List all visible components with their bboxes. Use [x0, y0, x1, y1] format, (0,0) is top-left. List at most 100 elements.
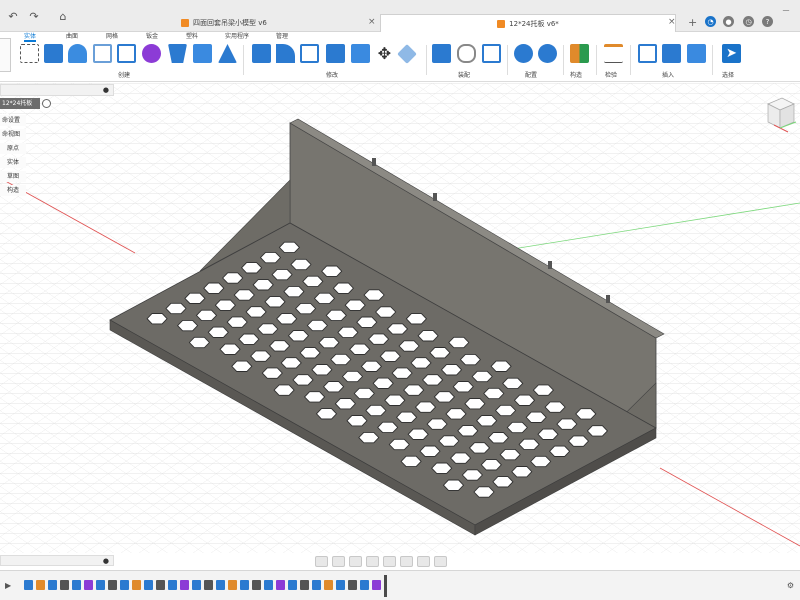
pin-icon[interactable]: ●: [103, 557, 109, 565]
browser-header[interactable]: ●: [0, 84, 114, 96]
timeline-feature-icon[interactable]: [216, 580, 225, 590]
timeline-feature-icon[interactable]: [120, 580, 129, 590]
tab-surface[interactable]: 曲面: [66, 32, 78, 42]
timeline-feature-icon[interactable]: [252, 580, 261, 590]
timeline-feature-icon[interactable]: [192, 580, 201, 590]
measure-icon[interactable]: [604, 44, 623, 63]
notifications-icon[interactable]: ◷: [743, 16, 754, 27]
group-modify[interactable]: 修改: [326, 70, 338, 79]
configure-table-icon[interactable]: [538, 44, 557, 63]
tab-utilities[interactable]: 实用程序: [225, 32, 249, 42]
timeline-feature-icon[interactable]: [36, 580, 45, 590]
insert-canvas-icon[interactable]: [687, 44, 706, 63]
timeline-feature-icon[interactable]: [132, 580, 141, 590]
pan-icon[interactable]: [349, 555, 362, 567]
sketch-icon[interactable]: [20, 44, 39, 63]
timeline-feature-icon[interactable]: [96, 580, 105, 590]
look-at-icon[interactable]: [332, 555, 345, 567]
form-icon[interactable]: [142, 44, 161, 63]
tab-manage[interactable]: 管理: [276, 32, 288, 42]
split-body-icon[interactable]: [351, 44, 370, 63]
timeline-feature-icon[interactable]: [240, 580, 249, 590]
tab-solid[interactable]: 实体: [24, 32, 37, 42]
offset-plane-icon[interactable]: [570, 44, 589, 63]
group-create[interactable]: 创建: [118, 70, 130, 79]
viewcube[interactable]: [758, 92, 798, 140]
joint-icon[interactable]: [457, 44, 476, 63]
timeline-feature-icon[interactable]: [168, 580, 177, 590]
extrude-icon[interactable]: [44, 44, 63, 63]
comments-panel[interactable]: ●: [0, 555, 114, 566]
timeline-feature-icon[interactable]: [108, 580, 117, 590]
appearance-icon[interactable]: [397, 44, 417, 64]
configure-icon[interactable]: [514, 44, 533, 63]
timeline-feature-icon[interactable]: [264, 580, 273, 590]
timeline-feature-icon[interactable]: [276, 580, 285, 590]
account-icon[interactable]: ●: [723, 16, 734, 27]
tab-document-1[interactable]: 四面回套吊梁小模型 v6: [175, 14, 365, 32]
group-insert[interactable]: 插入: [662, 70, 674, 79]
timeline-feature-icon[interactable]: [144, 580, 153, 590]
insert-mesh-icon[interactable]: [662, 44, 681, 63]
grid-settings-icon[interactable]: [417, 555, 430, 567]
group-construct[interactable]: 构造: [570, 70, 582, 79]
timeline-feature-icon[interactable]: [48, 580, 57, 590]
undo-icon[interactable]: ↶: [6, 8, 20, 24]
rib-icon[interactable]: [218, 44, 237, 63]
display-settings-icon[interactable]: [400, 555, 413, 567]
timeline-feature-icon[interactable]: [84, 580, 93, 590]
move-icon[interactable]: ✥: [375, 44, 394, 63]
browser-item-sketches[interactable]: 草图: [0, 171, 26, 182]
group-assemble[interactable]: 装配: [458, 70, 470, 79]
clock-icon[interactable]: ◔: [705, 16, 716, 27]
timeline-feature-icon[interactable]: [312, 580, 321, 590]
loft-icon[interactable]: [168, 44, 187, 63]
tab-document-2[interactable]: 12*24托板 v6*: [380, 14, 676, 32]
timeline-feature-icon[interactable]: [72, 580, 81, 590]
tab-plastic[interactable]: 塑料: [186, 32, 198, 42]
browser-item-bodies[interactable]: 实体: [0, 157, 26, 168]
minimize-icon[interactable]: —: [780, 2, 792, 18]
help-icon[interactable]: ?: [762, 16, 773, 27]
timeline-feature-icon[interactable]: [60, 580, 69, 590]
tab-mesh[interactable]: 网格: [106, 32, 118, 42]
timeline-feature-icon[interactable]: [156, 580, 165, 590]
shell-icon[interactable]: [193, 44, 212, 63]
browser-item-origin[interactable]: 原点: [0, 143, 26, 154]
zoom-icon[interactable]: [366, 555, 379, 567]
play-icon[interactable]: ▶: [5, 581, 11, 590]
pattern-icon[interactable]: [117, 44, 136, 63]
browser-item-construction[interactable]: 构造: [0, 185, 26, 196]
press-pull-icon[interactable]: [252, 44, 271, 63]
timeline-feature-icon[interactable]: [288, 580, 297, 590]
combine-icon[interactable]: [326, 44, 345, 63]
new-component-icon[interactable]: [432, 44, 451, 63]
timeline-feature-icon[interactable]: [348, 580, 357, 590]
canvas-viewport[interactable]: [0, 83, 800, 553]
revolve-icon[interactable]: [68, 44, 87, 63]
workspace-switcher[interactable]: [0, 38, 11, 72]
home-icon[interactable]: ⌂: [55, 8, 71, 24]
timeline-feature-icon[interactable]: [228, 580, 237, 590]
timeline-feature-icon[interactable]: [336, 580, 345, 590]
group-select[interactable]: 选择: [722, 70, 734, 79]
timeline-feature-icon[interactable]: [360, 580, 369, 590]
chamfer-icon[interactable]: [300, 44, 319, 63]
fit-icon[interactable]: [383, 555, 396, 567]
fillet-icon[interactable]: [276, 44, 295, 63]
browser-root[interactable]: 12*24托板 v6: [0, 98, 40, 118]
viewports-icon[interactable]: [434, 555, 447, 567]
browser-item-settings[interactable]: 命设置: [0, 115, 26, 126]
close-tab-icon[interactable]: ×: [668, 17, 676, 27]
timeline-feature-icon[interactable]: [372, 580, 381, 590]
redo-icon[interactable]: ↷: [27, 8, 41, 24]
group-configure[interactable]: 配置: [525, 70, 537, 79]
timeline-settings-icon[interactable]: ⚙: [787, 581, 794, 590]
timeline-marker[interactable]: [384, 575, 387, 597]
browser-item-views[interactable]: 命视图: [0, 129, 26, 140]
tab-sheet-metal[interactable]: 钣金: [146, 32, 158, 42]
as-built-joint-icon[interactable]: [482, 44, 501, 63]
hole-icon[interactable]: [93, 44, 112, 63]
pin-icon[interactable]: ●: [103, 86, 109, 94]
timeline-feature-icon[interactable]: [204, 580, 213, 590]
